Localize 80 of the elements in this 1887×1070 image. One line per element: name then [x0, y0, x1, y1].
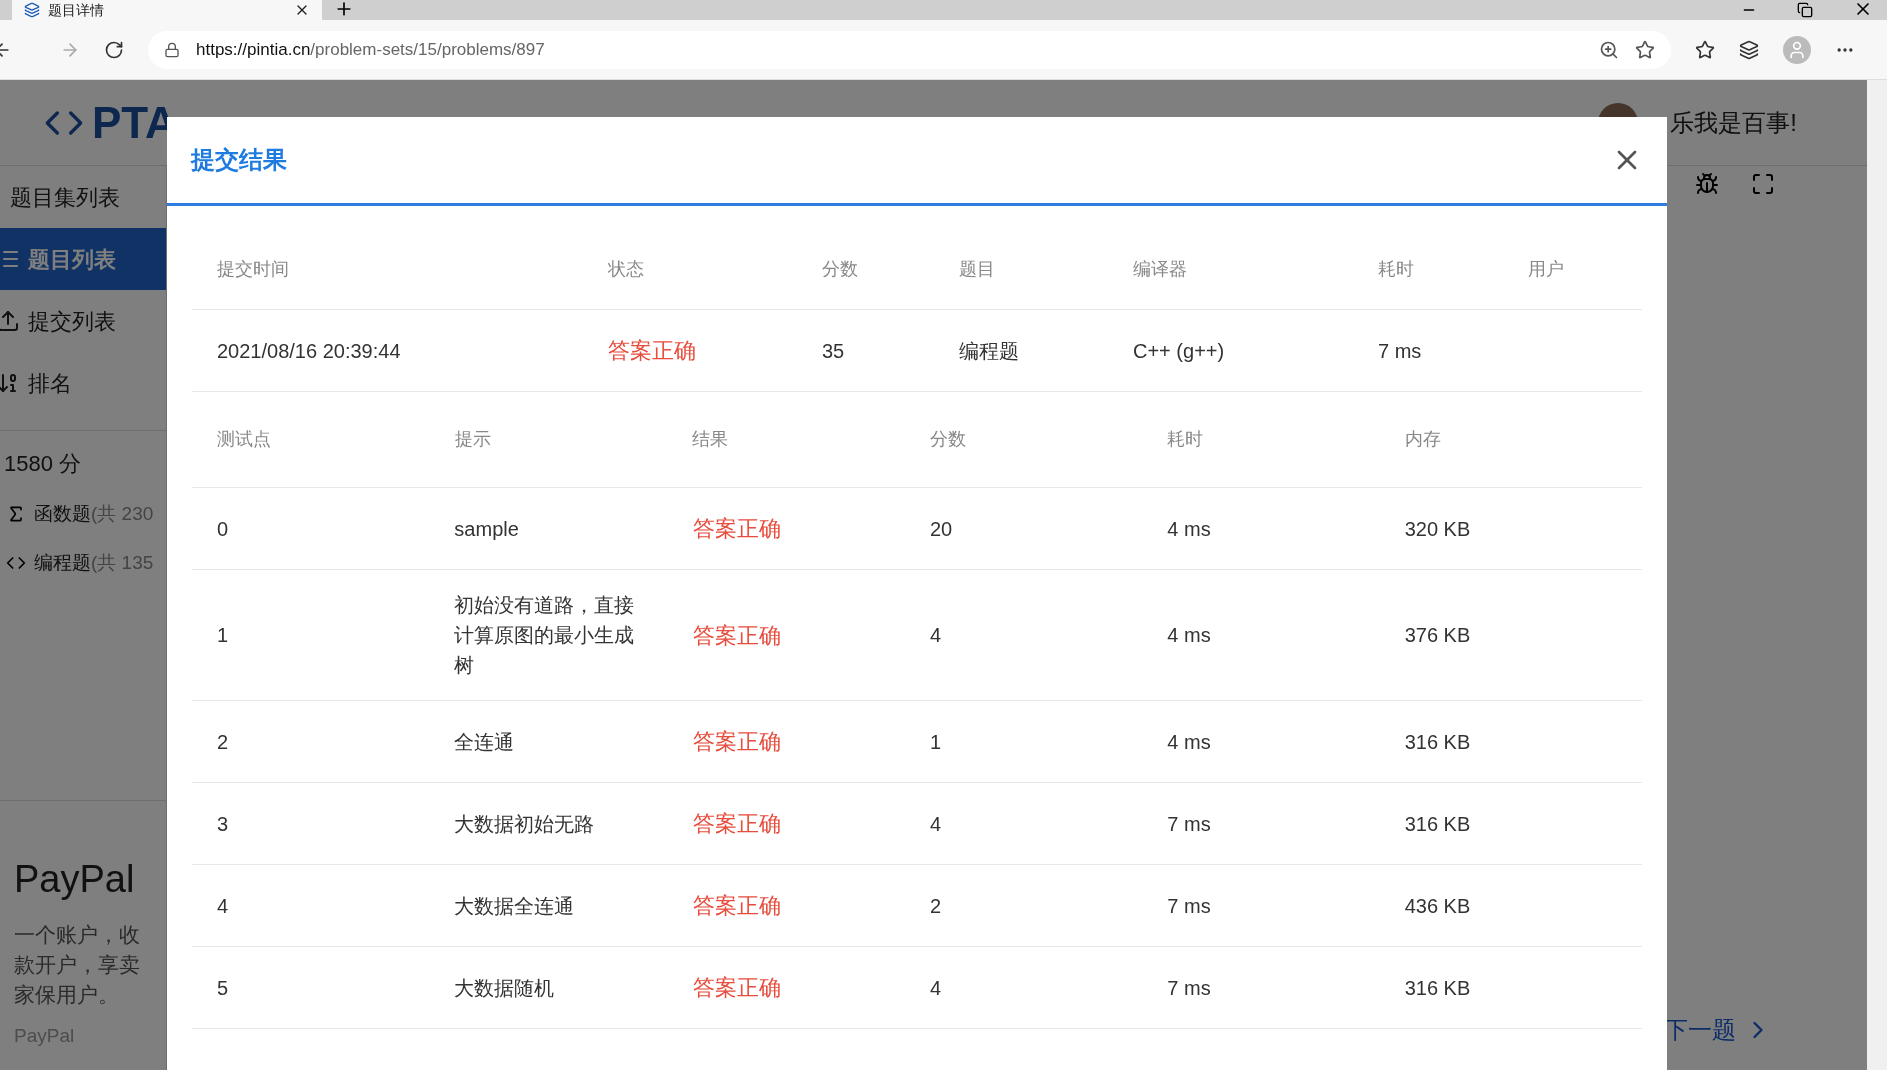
column-header: 耗时	[1378, 259, 1414, 279]
table-cell: 436 KB	[1404, 894, 1471, 917]
table-cell: 316 KB	[1404, 976, 1471, 999]
table-cell: 20	[930, 517, 953, 540]
table-cell: 4 ms	[1167, 517, 1211, 540]
column-header: 题目	[959, 259, 995, 279]
lock-icon	[164, 41, 180, 58]
table-cell: 316 KB	[1404, 730, 1471, 753]
table-cell: 4 ms	[1167, 624, 1211, 646]
table-cell: 1	[217, 624, 229, 646]
table-cell-text: sample	[454, 516, 520, 542]
sidebar-item[interactable]: 排名	[0, 352, 166, 414]
table-cell: 7 ms	[1167, 812, 1211, 835]
table-cell: 4	[930, 812, 942, 835]
table-cell-text: 大数据初始无路	[454, 811, 596, 837]
fullscreen-icon[interactable]	[1751, 172, 1775, 196]
column-header: 测试点	[217, 429, 271, 449]
upload-icon	[0, 309, 20, 333]
table-cell: 2	[217, 730, 229, 753]
sidebar-item[interactable]: 题目集列表	[0, 166, 166, 228]
status-text: 答案正确	[692, 975, 781, 1000]
status-text: 答案正确	[608, 338, 696, 363]
table-cell: 316 KB	[1404, 812, 1471, 835]
table-cell: 4	[930, 976, 942, 999]
table-cell: 5	[217, 976, 229, 999]
table-cell: 2	[930, 894, 942, 917]
column-header: 分数	[822, 259, 858, 279]
column-header: 分数	[929, 429, 966, 449]
sidebar-item[interactable]: 题目列表	[0, 228, 166, 290]
table-cell: C++ (g++)	[1133, 339, 1225, 362]
zoom-icon[interactable]	[1599, 39, 1619, 60]
dialog-title: 提交结果	[191, 145, 287, 175]
table-cell: 3	[217, 812, 229, 835]
category-item[interactable]: 函数题(共 230	[4, 500, 166, 529]
table-cell: 7 ms	[1167, 894, 1211, 917]
browser-tab[interactable]: 题目详情	[12, 0, 322, 20]
table-cell: 4 ms	[1167, 730, 1211, 753]
table-cell: 2021/08/16 20:39:44	[217, 339, 401, 362]
column-header: 提示	[454, 429, 491, 449]
table-cell: 7 ms	[1167, 976, 1211, 999]
favorite-icon[interactable]	[1635, 39, 1655, 60]
table-cell-text: 大数据全连通	[454, 893, 576, 919]
table-cell: 0	[217, 517, 229, 540]
debug-icon[interactable]	[1695, 172, 1719, 196]
user-name[interactable]: 乐我是百事!	[1670, 104, 1797, 141]
status-text: 答案正确	[692, 516, 781, 541]
restore-icon[interactable]	[1797, 2, 1813, 18]
column-header: 耗时	[1167, 429, 1203, 449]
column-header: 状态	[608, 259, 644, 279]
status-text: 答案正确	[692, 622, 781, 648]
status-text: 答案正确	[692, 729, 781, 754]
category-item[interactable]: 编程题(共 135	[4, 548, 166, 577]
table-cell-text: 大数据随机	[454, 975, 556, 1001]
table-cell: 35	[822, 339, 845, 362]
url-text: https://pintia.cn/problem-sets/15/problems/897	[196, 38, 546, 61]
column-header: 内存	[1404, 429, 1441, 449]
column-header: 结果	[692, 429, 728, 449]
table-cell-text: 初始没有道路，直接计算原图的最小生成树	[454, 593, 636, 678]
table-cell: 7 ms	[1378, 339, 1422, 362]
table-cell: 320 KB	[1404, 517, 1471, 540]
tab-favicon-icon	[24, 2, 40, 18]
column-header: 用户	[1528, 259, 1564, 279]
status-text: 答案正确	[692, 893, 781, 918]
column-header: 提交时间	[217, 259, 289, 279]
table-cell: 4	[930, 624, 942, 646]
table-cell: 编程题	[959, 339, 1019, 362]
sidebar-item[interactable]: 提交列表	[0, 290, 166, 352]
table-cell-text: 全连通	[454, 729, 516, 755]
table-cell: 376 KB	[1404, 624, 1471, 646]
table-cell: 4	[217, 894, 229, 917]
scrollbar[interactable]	[1867, 80, 1887, 1070]
table-cell: 1	[930, 730, 942, 753]
status-text: 答案正确	[692, 811, 781, 836]
address-bar[interactable]: https://pintia.cn/problem-sets/15/problems/897	[148, 30, 1671, 69]
favorites-icon[interactable]	[1695, 39, 1715, 60]
collections-icon[interactable]	[1739, 39, 1759, 60]
column-header: 编译器	[1133, 259, 1187, 279]
total-score: 1580 分	[4, 450, 83, 478]
refresh-icon[interactable]	[104, 39, 124, 60]
next-problem-link[interactable]: 下一题	[1664, 1012, 1772, 1048]
